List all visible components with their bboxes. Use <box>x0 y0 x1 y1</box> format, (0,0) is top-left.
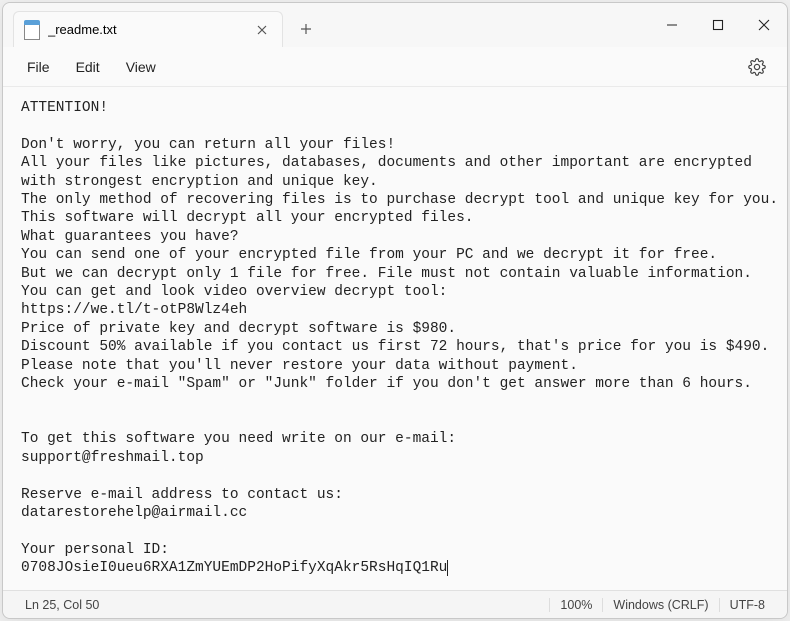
text-cursor <box>447 560 448 576</box>
tab-title: _readme.txt <box>48 22 246 37</box>
maximize-button[interactable] <box>695 3 741 47</box>
notepad-icon <box>24 20 40 40</box>
status-encoding[interactable]: UTF-8 <box>719 598 775 612</box>
minimize-button[interactable] <box>649 3 695 47</box>
document-tab[interactable]: _readme.txt <box>13 11 283 47</box>
window-controls <box>649 3 787 47</box>
text-editor-area[interactable]: ATTENTION! Don't worry, you can return a… <box>3 87 787 590</box>
new-tab-button[interactable] <box>291 14 321 44</box>
close-tab-icon[interactable] <box>254 22 270 38</box>
status-zoom[interactable]: 100% <box>549 598 602 612</box>
status-bar: Ln 25, Col 50 100% Windows (CRLF) UTF-8 <box>3 590 787 618</box>
settings-button[interactable] <box>741 51 773 83</box>
title-bar: _readme.txt <box>3 3 787 47</box>
menu-view[interactable]: View <box>116 53 166 81</box>
status-position[interactable]: Ln 25, Col 50 <box>15 598 109 612</box>
app-window: _readme.txt File Edit View <box>2 2 788 619</box>
gear-icon <box>748 58 766 76</box>
menu-file[interactable]: File <box>17 53 60 81</box>
menu-bar: File Edit View <box>3 47 787 87</box>
menu-edit[interactable]: Edit <box>66 53 110 81</box>
close-button[interactable] <box>741 3 787 47</box>
status-linebreak[interactable]: Windows (CRLF) <box>602 598 718 612</box>
